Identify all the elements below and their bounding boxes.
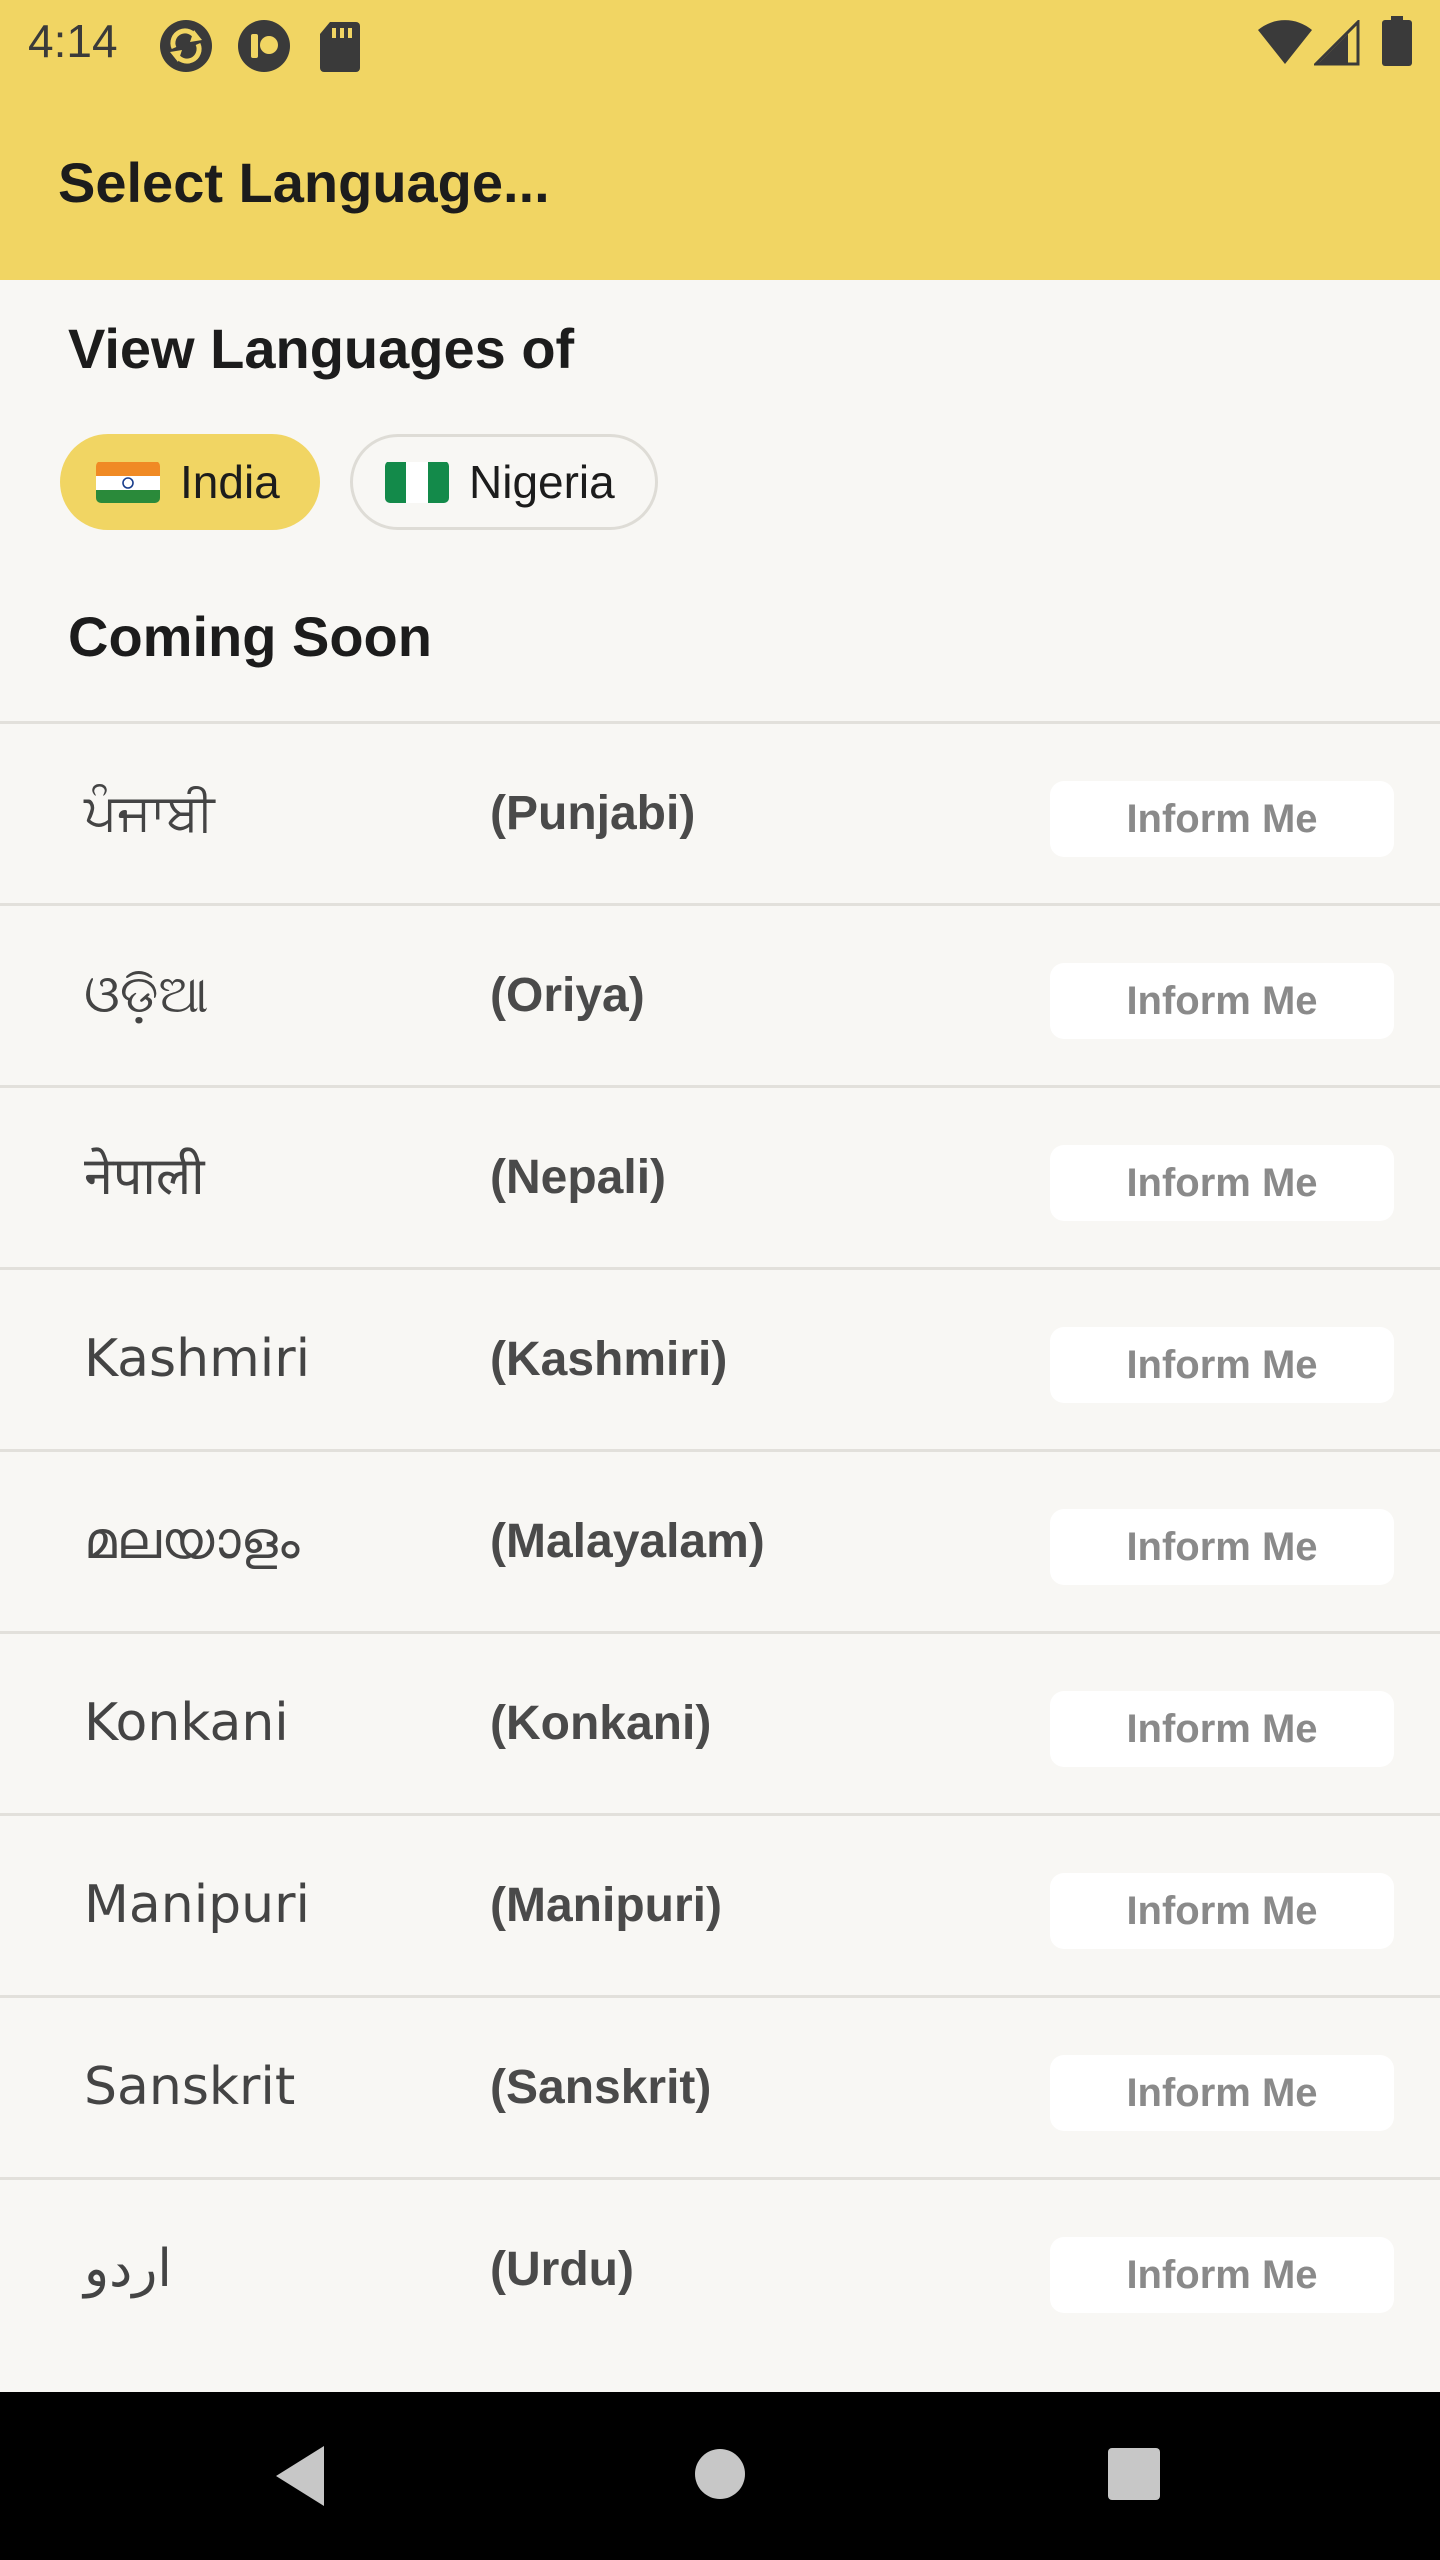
- navigation-bar: [0, 2392, 1440, 2560]
- back-icon[interactable]: [272, 2444, 328, 2508]
- chip-india-label: India: [180, 456, 280, 508]
- inform-me-button[interactable]: Inform Me: [1050, 2055, 1394, 2131]
- home-icon[interactable]: [694, 2448, 746, 2500]
- list-item: Kashmiri (Kashmiri) Inform Me: [0, 1267, 1440, 1449]
- region-section-title: View Languages of: [68, 317, 575, 380]
- language-list: ਪੰਜਾਬੀ (Punjabi) Inform Me ଓଡ଼ିଆ (Oriya)…: [0, 721, 1440, 2359]
- inform-me-button[interactable]: Inform Me: [1050, 1327, 1394, 1403]
- battery-icon: [1382, 16, 1412, 66]
- chip-nigeria-label: Nigeria: [469, 456, 615, 508]
- language-english-name: (Malayalam): [490, 1515, 765, 1568]
- language-english-name: (Manipuri): [490, 1879, 722, 1932]
- page-title: Select Language...: [58, 151, 550, 214]
- list-item: മലയാളം (Malayalam) Inform Me: [0, 1449, 1440, 1631]
- language-english-name: (Nepali): [490, 1151, 667, 1204]
- sync-icon: [160, 20, 212, 72]
- status-time: 4:14: [28, 15, 118, 67]
- list-item: Konkani (Konkani) Inform Me: [0, 1631, 1440, 1813]
- inform-me-button[interactable]: Inform Me: [1050, 963, 1394, 1039]
- inform-me-button[interactable]: Inform Me: [1050, 1873, 1394, 1949]
- language-english-name: (Urdu): [490, 2243, 634, 2296]
- app-header: 4:14 Select Language...: [0, 0, 1440, 280]
- signal-icon: [1314, 20, 1360, 66]
- language-native-name: ଓଡ଼ିଆ: [84, 965, 209, 1025]
- language-native-name: Konkani: [84, 1693, 289, 1753]
- sd-card-icon: [320, 22, 360, 72]
- inform-me-button[interactable]: Inform Me: [1050, 781, 1394, 857]
- recents-icon[interactable]: [1108, 2448, 1160, 2500]
- language-native-name: اردو: [84, 2239, 172, 2299]
- nigeria-flag-icon: [385, 461, 449, 503]
- inform-me-button[interactable]: Inform Me: [1050, 2237, 1394, 2313]
- india-flag-icon: [96, 461, 160, 503]
- language-native-name: नेपाली: [84, 1147, 205, 1207]
- chip-nigeria[interactable]: Nigeria: [350, 434, 658, 530]
- language-english-name: (Kashmiri): [490, 1333, 728, 1386]
- status-bar: 4:14: [0, 0, 1440, 84]
- list-item: ଓଡ଼ିଆ (Oriya) Inform Me: [0, 903, 1440, 1085]
- language-native-name: മലയാളം: [84, 1511, 300, 1571]
- chip-india[interactable]: India: [60, 434, 320, 530]
- language-native-name: ਪੰਜਾਬੀ: [84, 783, 215, 843]
- language-native-name: Sanskrit: [84, 2057, 296, 2117]
- list-item: اردو (Urdu) Inform Me: [0, 2177, 1440, 2359]
- inform-me-button[interactable]: Inform Me: [1050, 1691, 1394, 1767]
- list-item: Sanskrit (Sanskrit) Inform Me: [0, 1995, 1440, 2177]
- language-english-name: (Punjabi): [490, 787, 696, 840]
- language-english-name: (Sanskrit): [490, 2061, 712, 2114]
- list-item: ਪੰਜਾਬੀ (Punjabi) Inform Me: [0, 721, 1440, 903]
- coming-soon-title: Coming Soon: [68, 605, 432, 668]
- list-item: Manipuri (Manipuri) Inform Me: [0, 1813, 1440, 1995]
- app-icon: [238, 20, 290, 72]
- list-item: नेपाली (Nepali) Inform Me: [0, 1085, 1440, 1267]
- wifi-icon: [1258, 20, 1312, 64]
- inform-me-button[interactable]: Inform Me: [1050, 1145, 1394, 1221]
- language-english-name: (Konkani): [490, 1697, 712, 1750]
- inform-me-button[interactable]: Inform Me: [1050, 1509, 1394, 1585]
- language-native-name: Kashmiri: [84, 1329, 311, 1389]
- language-english-name: (Oriya): [490, 969, 645, 1022]
- language-native-name: Manipuri: [84, 1875, 310, 1935]
